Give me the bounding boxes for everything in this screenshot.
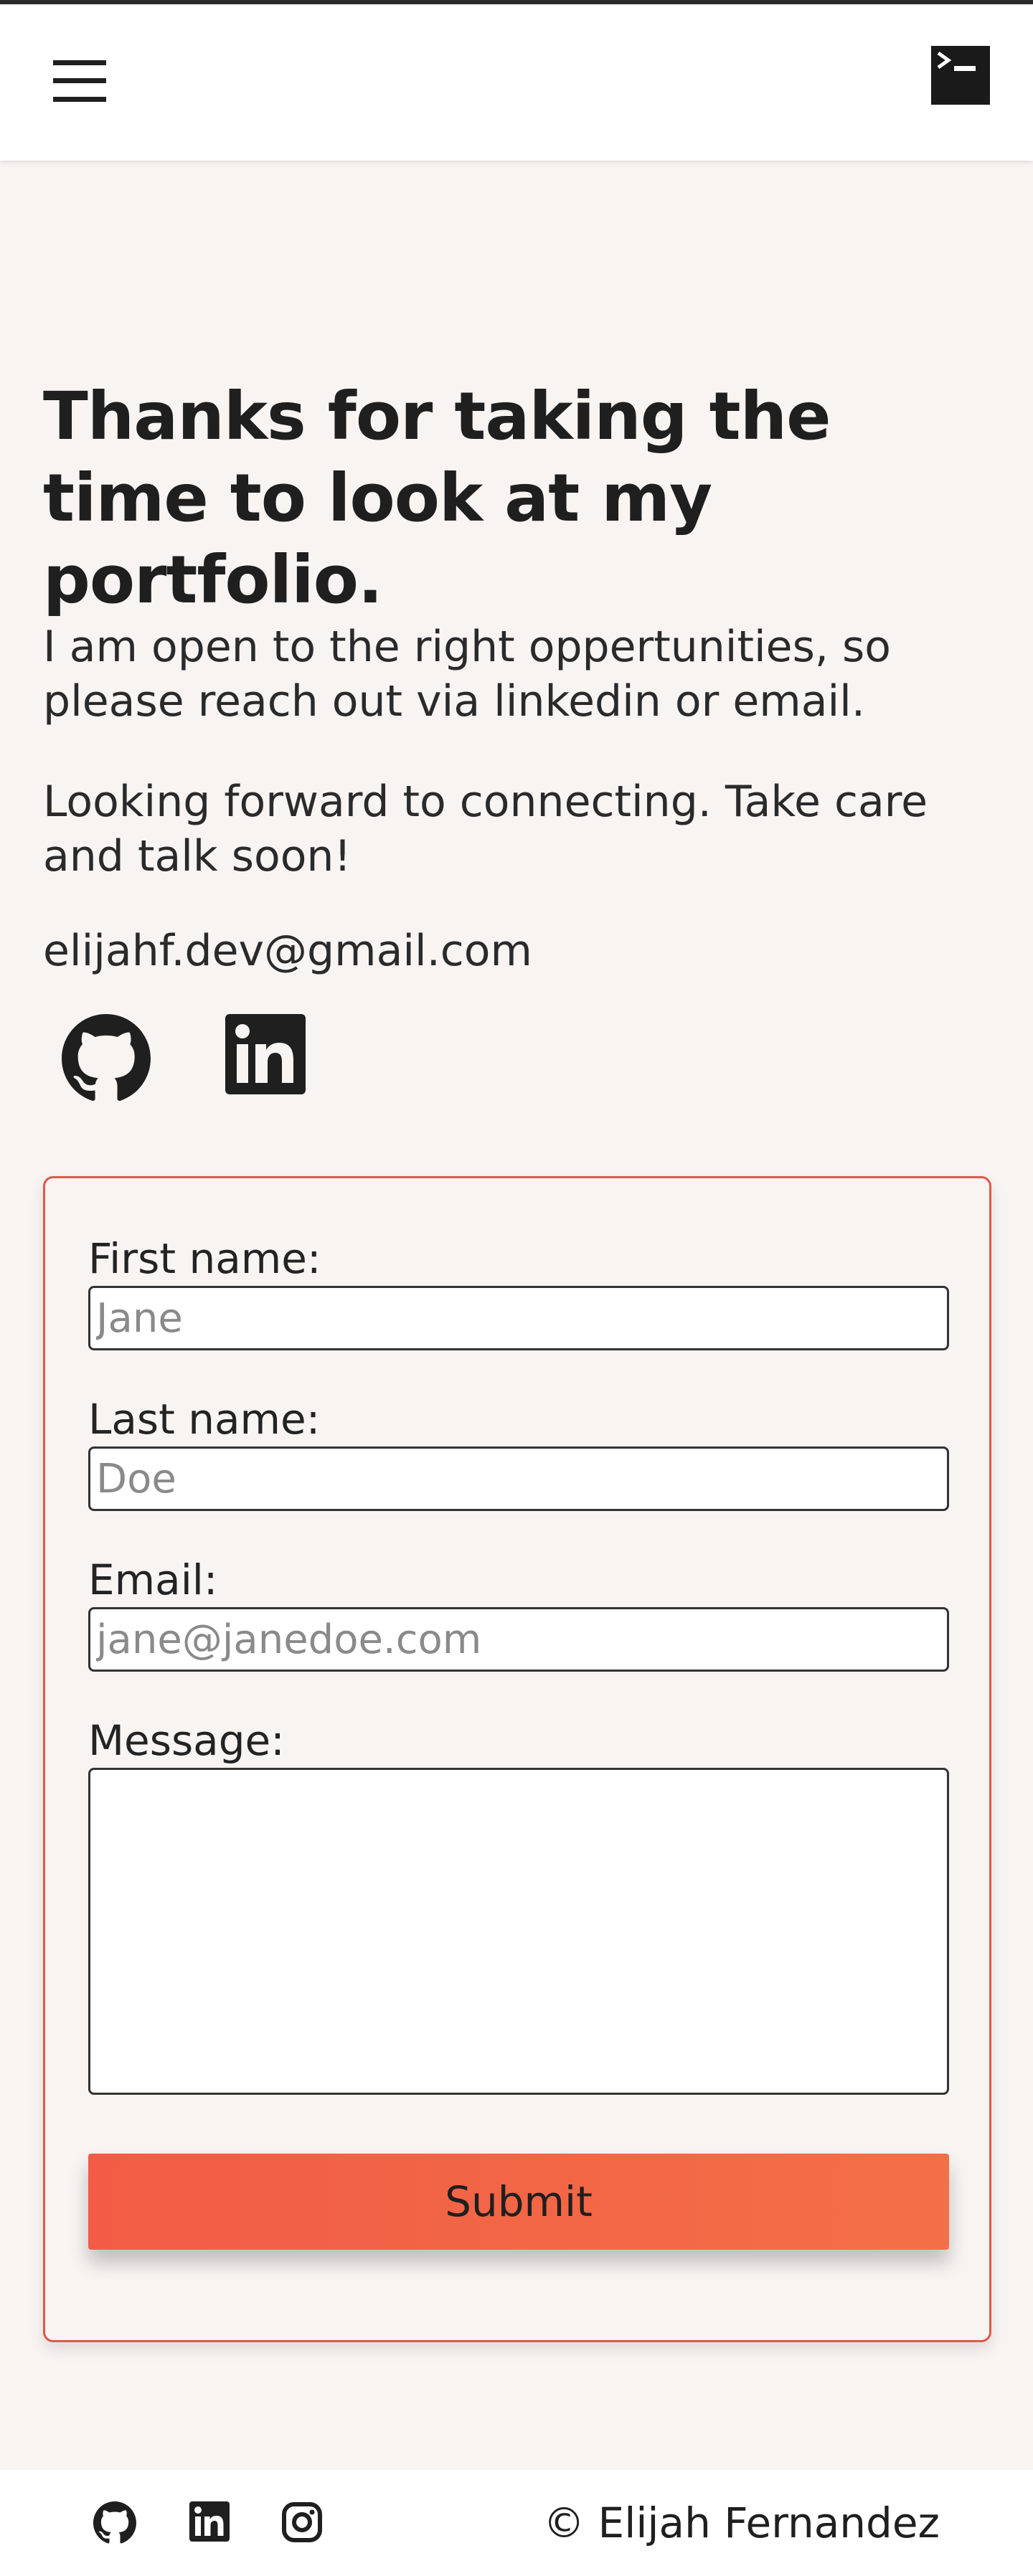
hamburger-menu-icon[interactable] xyxy=(53,60,106,102)
contact-email[interactable]: elijahf.dev@gmail.com xyxy=(43,924,976,978)
last-name-label: Last name: xyxy=(88,1395,321,1444)
site-header xyxy=(0,4,1033,161)
contact-form: First name: Last name: Email: Message: S… xyxy=(43,1176,991,2342)
hamburger-line xyxy=(53,78,106,83)
terminal-icon-glyph xyxy=(937,51,976,71)
email-label: Email: xyxy=(88,1555,218,1604)
linkedin-icon[interactable] xyxy=(189,2501,232,2544)
intro-paragraph: I am open to the right oppertunities, so… xyxy=(43,622,891,726)
instagram-icon[interactable] xyxy=(281,2501,324,2544)
github-icon[interactable] xyxy=(93,2501,136,2544)
last-name-input[interactable] xyxy=(88,1446,949,1511)
message-label: Message: xyxy=(88,1716,285,1765)
first-name-label: First name: xyxy=(88,1234,321,1283)
hamburger-line xyxy=(53,97,106,102)
hamburger-line xyxy=(53,60,106,65)
site-footer: © Elijah Fernandez xyxy=(0,2470,1033,2576)
first-name-input[interactable] xyxy=(88,1286,949,1350)
page-title: Thanks for taking the time to look at my… xyxy=(43,378,831,618)
copyright-text: © Elijah Fernandez xyxy=(543,2499,940,2547)
github-icon-glyph xyxy=(62,1014,151,1101)
linkedin-icon[interactable] xyxy=(225,1014,306,1114)
linkedin-icon-glyph xyxy=(189,2501,230,2542)
email-input[interactable] xyxy=(88,1607,949,1672)
submit-button[interactable]: Submit xyxy=(88,2154,949,2250)
github-icon-glyph xyxy=(93,2501,136,2544)
terminal-icon[interactable] xyxy=(931,46,990,105)
instagram-icon-glyph xyxy=(282,2502,322,2542)
message-textarea[interactable] xyxy=(88,1768,949,2095)
linkedin-icon-glyph xyxy=(225,1014,306,1094)
github-icon[interactable] xyxy=(62,1014,151,1114)
closing-paragraph: Looking forward to connecting. Take care… xyxy=(43,777,928,881)
